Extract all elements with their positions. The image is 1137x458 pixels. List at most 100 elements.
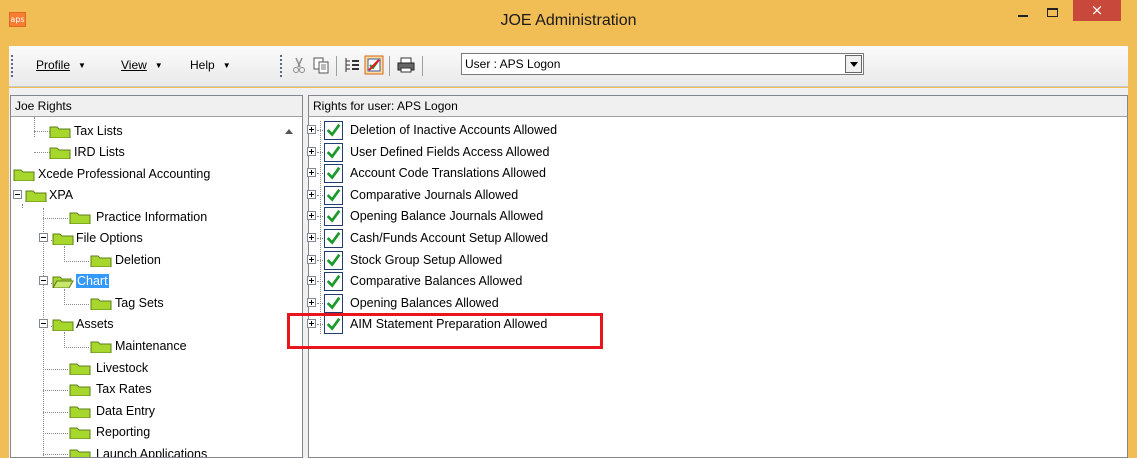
- toolbar: Profile ▼ View ▼ Help ▼ User: APS Logon: [9, 46, 1128, 87]
- tree-item-tax-rates[interactable]: Tax Rates: [11, 379, 281, 400]
- checkbox-checked-icon[interactable]: [324, 294, 343, 313]
- expand-icon[interactable]: [307, 211, 316, 220]
- user-select-value: User : APS Logon: [465, 57, 561, 71]
- expand-icon[interactable]: [307, 125, 316, 134]
- highlight-box: [287, 313, 603, 349]
- tree-item-xpa[interactable]: XPA: [11, 185, 281, 206]
- right-item-row[interactable]: Opening Balance Journals Allowed: [306, 206, 626, 227]
- menu-help-label: Help: [190, 58, 215, 72]
- tree-item-label: Maintenance: [115, 339, 187, 353]
- chevron-down-icon: ▼: [78, 61, 86, 70]
- right-item-row[interactable]: Deletion of Inactive Accounts Allowed: [306, 120, 626, 141]
- folder-icon: [52, 233, 74, 245]
- tree-item-label: Practice Information: [96, 210, 208, 224]
- expand-icon[interactable]: [307, 233, 316, 242]
- tree-item-practice-information[interactable]: Practice Information: [11, 207, 281, 228]
- expand-icon[interactable]: [307, 255, 316, 264]
- tree-item-reporting[interactable]: Reporting: [11, 422, 281, 443]
- close-button[interactable]: ×: [1073, 0, 1121, 21]
- tree-item-label: Tax Lists: [74, 124, 123, 138]
- toolbar-grip[interactable]: [280, 55, 282, 77]
- right-item-row[interactable]: Cash/Funds Account Setup Allowed: [306, 228, 626, 249]
- toolbar-separator: [422, 56, 423, 76]
- checkbox-checked-icon[interactable]: [324, 164, 343, 183]
- right-item-row[interactable]: Comparative Journals Allowed: [306, 185, 626, 206]
- rights-icon[interactable]: [364, 55, 384, 75]
- minimize-icon: [1018, 15, 1028, 17]
- collapse-icon[interactable]: [39, 319, 48, 328]
- close-icon: ×: [1090, 1, 1104, 19]
- menu-profile-label: Profile: [36, 58, 71, 72]
- expand-icon[interactable]: [307, 147, 316, 156]
- maximize-icon: [1046, 8, 1058, 17]
- tree-item-ird-lists[interactable]: IRD Lists: [11, 142, 281, 163]
- maximize-button[interactable]: [1038, 0, 1066, 24]
- folder-icon: [69, 427, 91, 439]
- tree-item-tag-sets[interactable]: Tag Sets: [11, 293, 281, 314]
- minimize-button[interactable]: [1009, 0, 1037, 24]
- folder-icon: [90, 298, 112, 310]
- right-item-row[interactable]: Opening Balances Allowed: [306, 293, 626, 314]
- folder-icon: [69, 212, 91, 224]
- tree-item-assets[interactable]: Assets: [11, 314, 281, 335]
- tree-item-tax-lists[interactable]: Tax Lists: [11, 121, 281, 142]
- right-item-row[interactable]: User Defined Fields Access Allowed: [306, 142, 626, 163]
- expand-icon[interactable]: [307, 276, 316, 285]
- right-item-row[interactable]: Stock Group Setup Allowed: [306, 250, 626, 271]
- tree-item-launch-applications[interactable]: Launch Applications: [11, 444, 281, 457]
- tree-item-file-options[interactable]: File Options: [11, 228, 281, 249]
- checkbox-checked-icon[interactable]: [324, 229, 343, 248]
- tree-item-label: Chart: [76, 274, 109, 288]
- cut-icon[interactable]: [289, 55, 309, 75]
- checkbox-checked-icon[interactable]: [324, 143, 343, 162]
- print-icon[interactable]: [396, 55, 416, 75]
- right-item-row[interactable]: Comparative Balances Allowed: [306, 271, 626, 292]
- tree-item-label: Xcede Professional Accounting: [38, 167, 211, 181]
- folder-icon: [69, 406, 91, 418]
- tree-connector: [317, 260, 323, 261]
- tree-item-label: IRD Lists: [74, 145, 125, 159]
- left-pane-header: Joe Rights: [11, 96, 302, 117]
- collapse-icon[interactable]: [39, 233, 48, 242]
- tree-item-chart[interactable]: Chart: [11, 271, 281, 292]
- tree-connector: [317, 152, 323, 153]
- rights-tree-pane[interactable]: Joe Rights Tax Lists IRD Lists Xcede Pro…: [10, 95, 303, 458]
- title-bar[interactable]: aps JOE Administration ×: [0, 0, 1137, 46]
- tree-item-deletion[interactable]: Deletion: [11, 250, 281, 271]
- right-item-label: Opening Balance Journals Allowed: [350, 209, 544, 223]
- window-title: JOE Administration: [500, 12, 637, 29]
- checkbox-checked-icon[interactable]: [324, 121, 343, 140]
- folder-icon: [69, 449, 91, 457]
- menu-help[interactable]: Help ▼: [190, 58, 231, 72]
- tree-item-xcede-professional-accounting[interactable]: Xcede Professional Accounting: [11, 164, 281, 185]
- open-folder-icon: [52, 276, 74, 288]
- expand-icon[interactable]: [307, 190, 316, 199]
- tree-connector: [317, 130, 323, 131]
- menu-profile[interactable]: Profile ▼: [36, 58, 86, 72]
- tree-item-label: Livestock: [96, 361, 149, 375]
- right-item-label: Cash/Funds Account Setup Allowed: [350, 231, 549, 245]
- toolbar-grip[interactable]: [11, 55, 13, 77]
- tree-item-maintenance[interactable]: Maintenance: [11, 336, 281, 357]
- menu-view[interactable]: View ▼: [121, 58, 163, 72]
- checkbox-checked-icon[interactable]: [324, 272, 343, 291]
- scroll-up-icon[interactable]: [284, 129, 294, 137]
- checkbox-checked-icon[interactable]: [324, 207, 343, 226]
- right-item-label: Opening Balances Allowed: [350, 296, 499, 310]
- tree-view-icon[interactable]: [342, 55, 362, 75]
- tree-item-data-entry[interactable]: Data Entry: [11, 401, 281, 422]
- checkbox-checked-icon[interactable]: [324, 186, 343, 205]
- expand-icon[interactable]: [307, 168, 316, 177]
- right-item-label: Stock Group Setup Allowed: [350, 253, 503, 267]
- collapse-icon[interactable]: [13, 190, 22, 199]
- dropdown-arrow-icon[interactable]: [845, 55, 862, 73]
- user-select[interactable]: User : APS Logon: [461, 53, 864, 75]
- copy-icon[interactable]: [311, 55, 331, 75]
- expand-icon[interactable]: [307, 298, 316, 307]
- right-item-label: Comparative Journals Allowed: [350, 188, 519, 202]
- tree-item-livestock[interactable]: Livestock: [11, 358, 281, 379]
- tree-connector: [317, 195, 323, 196]
- right-item-row[interactable]: Account Code Translations Allowed: [306, 163, 626, 184]
- checkbox-checked-icon[interactable]: [324, 251, 343, 270]
- collapse-icon[interactable]: [39, 276, 48, 285]
